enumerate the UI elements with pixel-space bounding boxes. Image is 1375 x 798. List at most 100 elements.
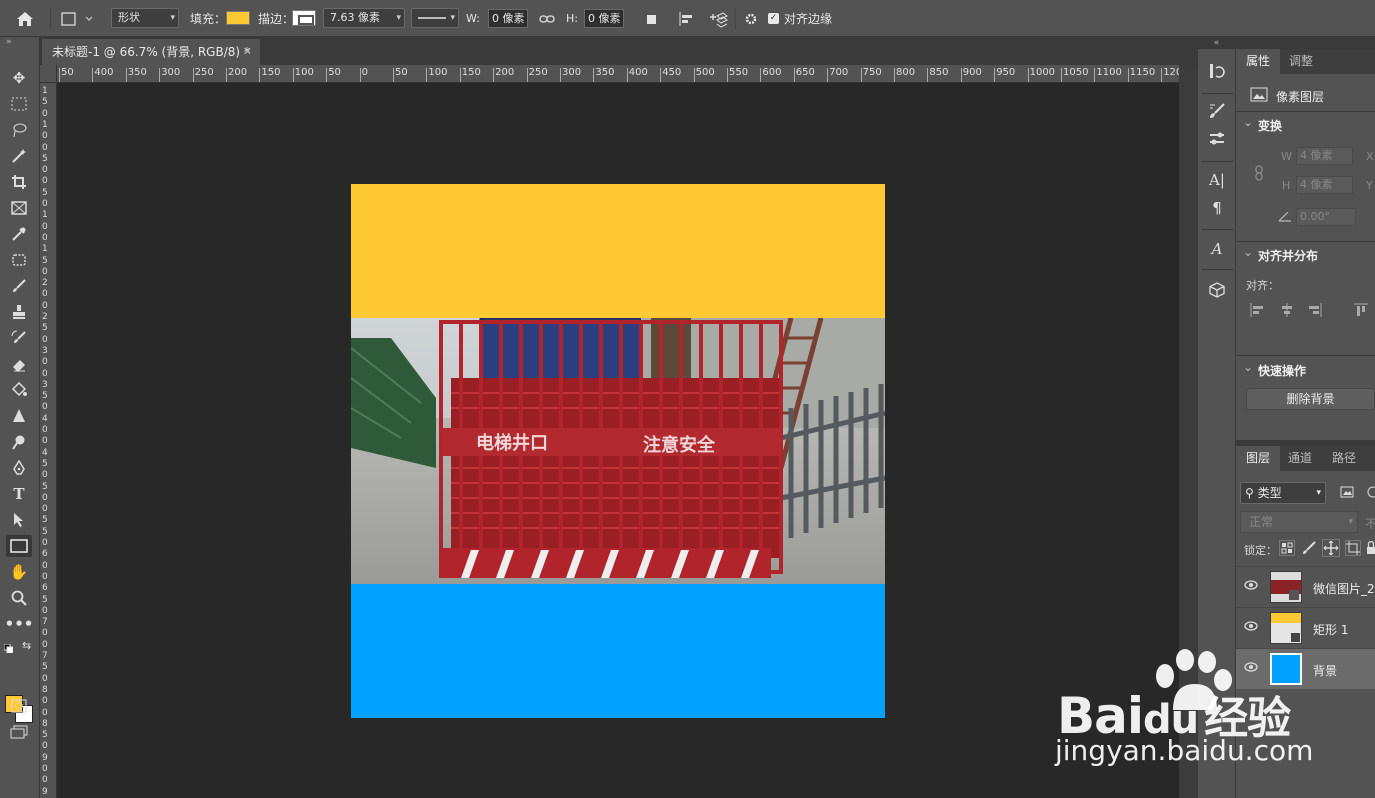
glyphs-panel-icon[interactable]: A [1205,237,1229,261]
zoom-tool-icon[interactable] [6,587,32,609]
history-panel-icon[interactable] [1205,59,1229,83]
layer-filter-select[interactable]: ⚲ 类型 ▾ [1240,482,1326,504]
path-ops-icon[interactable] [645,0,659,37]
opacity-label: 不 [1365,517,1375,531]
move-tool-icon[interactable]: ✥ [6,67,32,89]
tab-paths[interactable]: 路径 [1322,446,1366,471]
history-brush-icon[interactable] [6,327,32,349]
layer-row[interactable]: 微信图片_2 [1236,566,1375,607]
dodge-tool-icon[interactable] [6,431,32,453]
lock-pixels-icon[interactable] [1301,540,1317,559]
transform-section-header[interactable]: 变换 [1236,111,1375,137]
quick-actions-header[interactable]: 快速操作 [1236,356,1375,382]
tab-properties[interactable]: 属性 [1236,49,1281,74]
bucket-tool-icon[interactable] [6,379,32,401]
horizontal-ruler[interactable]: 50 400 350 300 250 200 150 100 50 0 50 100 150 200 250… [57,65,1179,83]
tab-channels[interactable]: 通道 [1278,446,1322,471]
stroke-width-field[interactable]: 7.63 像素 ▾ [323,8,405,28]
tab-adjustments[interactable]: 调整 [1279,49,1323,74]
ruler-label: 50 [61,67,74,78]
remove-background-button[interactable]: 删除背景 [1246,388,1375,410]
lasso-tool-icon[interactable] [6,119,32,141]
quick-mask-icon[interactable] [6,695,32,717]
visibility-eye-icon[interactable] [1244,579,1258,593]
layer-row[interactable]: 矩形 1 [1236,607,1375,648]
ruler-tick [760,68,762,82]
path-arrange-icon[interactable] [708,0,728,37]
eyedropper-icon[interactable] [6,223,32,245]
paragraph-panel-icon[interactable]: ¶ [1205,196,1229,220]
swap-colors-icon[interactable]: ⇆ [22,639,31,652]
lock-all-icon[interactable] [1367,540,1375,558]
expand-dock-icon[interactable]: « [1198,37,1235,49]
patch-tool-icon[interactable] [6,249,32,271]
align-hcenter-icon[interactable] [1280,303,1294,320]
align-section-header[interactable]: 对齐并分布 [1236,241,1375,267]
tab-layers[interactable]: 图层 [1236,446,1281,471]
3d-panel-icon[interactable] [1205,278,1229,302]
link-icon[interactable] [539,0,555,37]
yellow-rectangle-layer[interactable] [351,184,885,318]
blue-background-layer[interactable] [351,584,885,718]
document-tab[interactable]: 未标题-1 @ 66.7% (背景, RGB/8) * ✕ [42,39,260,65]
frame-tool-icon[interactable] [6,197,32,219]
vertical-ruler[interactable]: 1501005005010015020025030035040045050055… [40,65,57,798]
filter-pixel-icon[interactable] [1340,486,1354,501]
type-tool-icon[interactable]: T [6,483,32,505]
visibility-eye-icon[interactable] [1244,620,1258,634]
align-left-icon[interactable] [1250,303,1264,320]
marquee-tool-icon[interactable] [6,93,32,115]
ruler-tick [1027,68,1029,82]
transform-height-field[interactable]: 4 像素 [1296,176,1353,194]
adjust-sliders-icon[interactable] [1205,127,1229,151]
ruler-label: 0 [42,334,48,345]
brush-tool-icon[interactable] [6,275,32,297]
hand-tool-icon[interactable]: ✋ [6,561,32,583]
stroke-color-swatch[interactable] [292,10,316,26]
rectangle-tool-icon[interactable] [6,535,32,557]
angle-field[interactable]: 0.00° [1296,208,1356,226]
document-canvas[interactable]: 电梯井口 注意安全 [351,184,885,718]
character-panel-icon[interactable]: A| [1205,168,1229,192]
ruler-label: 5 [42,97,48,108]
collapse-icon[interactable]: » [6,37,12,47]
align-right-icon[interactable] [1308,303,1322,320]
ruler-label: 550 [729,67,749,78]
eraser-tool-icon[interactable] [6,353,32,375]
path-align-icon[interactable] [678,0,694,37]
magic-wand-icon[interactable] [6,145,32,167]
shape-preset-icon[interactable] [60,0,94,37]
default-colors-icon[interactable] [3,642,14,654]
blur-tool-icon[interactable] [6,405,32,427]
blend-mode-select[interactable]: 正常 ▾ [1240,511,1358,533]
stroke-type-select[interactable]: ▾ [411,8,459,28]
screen-mode-icon[interactable] [6,721,32,743]
more-tools-icon[interactable]: ••• [5,613,34,635]
ruler-label: 5 [42,594,48,605]
lock-position-icon[interactable] [1322,539,1340,557]
fence-photo-layer[interactable]: 电梯井口 注意安全 [351,318,885,584]
transform-width-field[interactable]: 4 像素 [1296,147,1353,165]
brush-settings-icon[interactable] [1205,99,1229,123]
filter-adjustment-icon[interactable] [1365,486,1375,501]
options-bar: 形状▾ 填充： 描边： 7.63 像素▾ ▾ W: 0 像素 H: 0 像素 [0,0,1375,37]
layer-name[interactable]: 矩形 1 [1313,621,1348,638]
gear-icon[interactable] [743,0,759,37]
link-proportions-icon[interactable] [1254,165,1264,184]
fill-color-swatch[interactable] [226,11,250,25]
lock-artboard-icon[interactable] [1345,540,1361,556]
height-input[interactable]: 0 像素 [584,9,624,28]
pen-tool-icon[interactable] [6,457,32,479]
width-input[interactable]: 0 像素 [488,9,528,28]
align-edges-checkbox[interactable]: ✓ [768,13,779,24]
stamp-tool-icon[interactable] [6,301,32,323]
shape-mode-select[interactable]: 形状 ▾ [111,8,179,28]
close-tab-icon[interactable]: ✕ [243,39,252,65]
layer-name[interactable]: 微信图片_2 [1313,580,1375,597]
lock-transparent-icon[interactable] [1279,540,1295,556]
crop-tool-icon[interactable] [6,171,32,193]
path-select-icon[interactable] [6,509,32,531]
ruler-origin[interactable] [40,65,57,83]
align-top-icon[interactable] [1354,303,1368,320]
home-icon[interactable] [16,0,34,37]
